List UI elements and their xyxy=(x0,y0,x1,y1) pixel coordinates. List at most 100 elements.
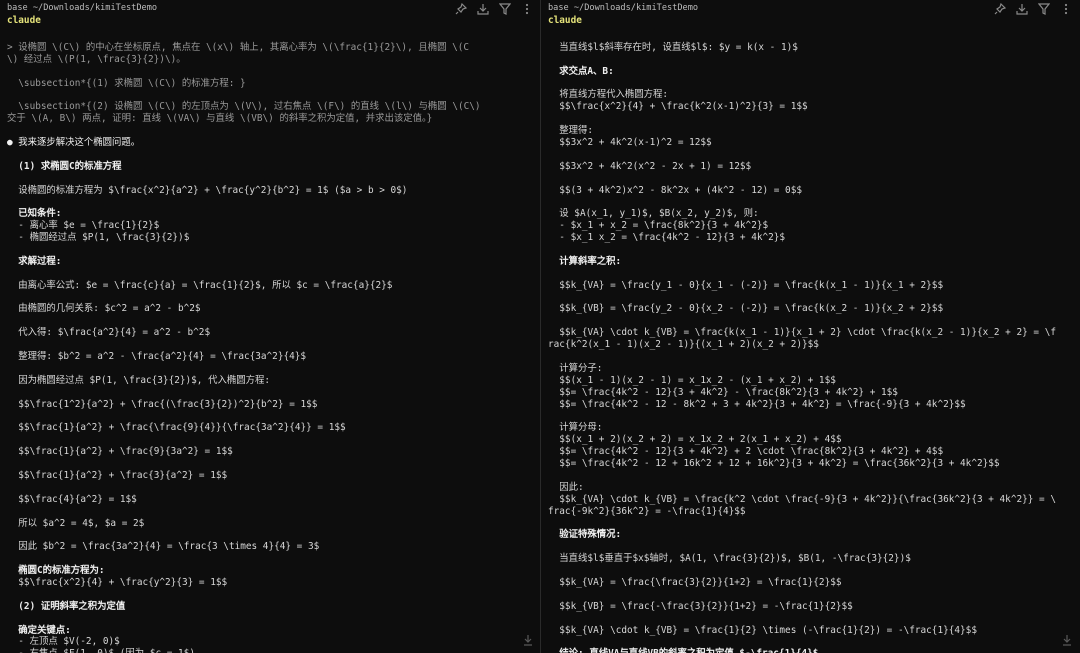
download-icon[interactable] xyxy=(1016,3,1028,15)
output-line: - $x_1 + x_2 = \frac{8k^2}{3 + 4k^2}$ xyxy=(548,220,769,232)
output-line: $$= \frac{4k^2 - 12 - 8k^2 + 3 + 4k^2}{3… xyxy=(548,398,966,410)
output-line: - $x_1 x_2 = \frac{4k^2 - 12}{3 + 4k^2}$ xyxy=(548,232,786,244)
output-line: (1) 求椭圆C的标准方程 xyxy=(7,160,122,172)
pin-icon[interactable] xyxy=(994,2,1007,15)
output-line: 结论: 直线VA与直线VB的斜率之积为定值 $-\frac{1}{4}$。 xyxy=(548,648,1073,653)
output-line: \) 经过点 \(P(1, \frac{3}{2})\)。 xyxy=(7,53,186,65)
more-icon[interactable] xyxy=(1060,3,1072,15)
terminal-pane-left[interactable]: base ~/Downloads/kimiTestDemo claude > 设… xyxy=(0,0,541,653)
output-line: $$\frac{1}{a^2} + \frac{\frac{9}{4}}{\fr… xyxy=(7,422,346,434)
session-name: claude xyxy=(7,15,41,26)
pin-icon[interactable] xyxy=(455,2,468,15)
output-line: - 左顶点 $V(-2, 0)$ xyxy=(7,636,120,648)
terminal-pane-right[interactable]: base ~/Downloads/kimiTestDemo claude 当直线… xyxy=(541,0,1080,653)
output-line: $$k_{VB} = \frac{-\frac{3}{2}}{1+2} = -\… xyxy=(548,600,853,612)
output-line: $$(x_1 + 2)(x_2 + 2) = x_1x_2 + 2(x_1 + … xyxy=(548,434,842,446)
output-line: $$\frac{4}{a^2} = 1$$ xyxy=(7,493,137,505)
download-icon[interactable] xyxy=(477,3,489,15)
output-line: 椭圆C的标准方程为: xyxy=(7,565,105,577)
output-line: 计算分子: xyxy=(548,362,603,374)
output-line: 求交点A、B: xyxy=(548,65,614,77)
pane-toolbar xyxy=(455,2,533,15)
output-line: $$\frac{x^2}{4} + \frac{k^2(x-1)^2}{3} =… xyxy=(548,101,808,113)
output-line: 代入得: $\frac{a^2}{4} = a^2 - b^2$ xyxy=(7,327,211,339)
output-line: $$k_{VA} = \frac{y_1 - 0}{x_1 - (-2)} = … xyxy=(548,279,944,291)
output-line: 当直线$l$斜率存在时, 设直线$l$: $y = k(x - 1)$ xyxy=(548,41,798,53)
pane-header: base ~/Downloads/kimiTestDemo claude xyxy=(541,0,1080,30)
terminal-output: 当直线$l$斜率存在时, 设直线$l$: $y = k(x - 1)$ 求交点A… xyxy=(541,30,1080,653)
output-line: - 右焦点 $F(1, 0)$ (因为 $c = 1$) xyxy=(7,648,534,653)
scroll-to-bottom-icon[interactable] xyxy=(523,634,533,646)
output-line: 设 $A(x_1, y_1)$, $B(x_2, y_2)$, 则: xyxy=(548,208,759,220)
terminal-window: base ~/Downloads/kimiTestDemo claude > 设… xyxy=(0,0,1080,653)
output-line: 当直线$l$垂直于$x$轴时, $A(1, \frac{3}{2})$, $B(… xyxy=(548,553,911,565)
output-line: $$3x^2 + 4k^2(x-1)^2 = 12$$ xyxy=(548,137,712,149)
output-line: 所以 $a^2 = 4$, $a = 2$ xyxy=(7,517,145,529)
output-line: $$= \frac{4k^2 - 12}{3 + 4k^2} - \frac{8… xyxy=(548,386,898,398)
output-line: 验证特殊情况: xyxy=(548,529,622,541)
pane-toolbar xyxy=(994,2,1072,15)
filter-icon[interactable] xyxy=(498,3,512,15)
output-line: $$\frac{x^2}{4} + \frac{y^2}{3} = 1$$ xyxy=(7,576,228,588)
output-line: $$= \frac{4k^2 - 12 + 16k^2 + 12 + 16k^2… xyxy=(548,458,1000,470)
output-line: 由离心率公式: $e = \frac{c}{a} = \frac{1}{2}$,… xyxy=(7,279,393,291)
output-line: \subsection*{(2) 设椭圆 \(C\) 的左顶点为 \(V\), … xyxy=(7,101,481,113)
output-line: $$\frac{1}{a^2} + \frac{9}{3a^2} = 1$$ xyxy=(7,446,233,458)
scroll-to-bottom-icon[interactable] xyxy=(1062,634,1072,646)
output-line: 由椭圆的几何关系: $c^2 = a^2 - b^2$ xyxy=(7,303,201,315)
output-line: 确定关键点: xyxy=(7,624,71,636)
output-line: 计算分母: xyxy=(548,422,603,434)
output-line: 因此: xyxy=(548,481,584,493)
output-line: $$k_{VA} \cdot k_{VB} = \frac{k^2 \cdot … xyxy=(548,493,1056,505)
output-line: 已知条件: xyxy=(7,208,62,220)
output-line: - 离心率 $e = \frac{1}{2}$ xyxy=(7,220,160,232)
output-line: 整理得: $b^2 = a^2 - \frac{a^2}{4} = \frac{… xyxy=(7,351,307,363)
output-line: $$= \frac{4k^2 - 12}{3 + 4k^2} + 2 \cdot… xyxy=(548,446,944,458)
output-line: $$(x_1 - 1)(x_2 - 1) = x_1x_2 - (x_1 + x… xyxy=(548,374,836,386)
output-line: $$\frac{1^2}{a^2} + \frac{(\frac{3}{2})^… xyxy=(7,398,318,410)
output-line: 因此 $b^2 = \frac{3a^2}{4} = \frac{3 \time… xyxy=(7,541,320,553)
output-line: $$3x^2 + 4k^2(x^2 - 2x + 1) = 12$$ xyxy=(548,160,752,172)
more-icon[interactable] xyxy=(521,3,533,15)
output-line: 计算斜率之积: xyxy=(548,255,622,267)
output-line: 交于 \(A, B\) 两点, 证明: 直线 \(VA\) 与直线 \(VB\)… xyxy=(7,113,433,125)
output-line: ● 我来逐步解决这个椭圆问题。 xyxy=(7,137,141,149)
output-line: $$k_{VA} \cdot k_{VB} = \frac{k(x_1 - 1)… xyxy=(548,327,1056,339)
pane-header: base ~/Downloads/kimiTestDemo claude xyxy=(0,0,541,30)
terminal-output: > 设椭圆 \(C\) 的中心在坐标原点, 焦点在 \(x\) 轴上, 其离心率… xyxy=(0,30,541,653)
filter-icon[interactable] xyxy=(1037,3,1051,15)
